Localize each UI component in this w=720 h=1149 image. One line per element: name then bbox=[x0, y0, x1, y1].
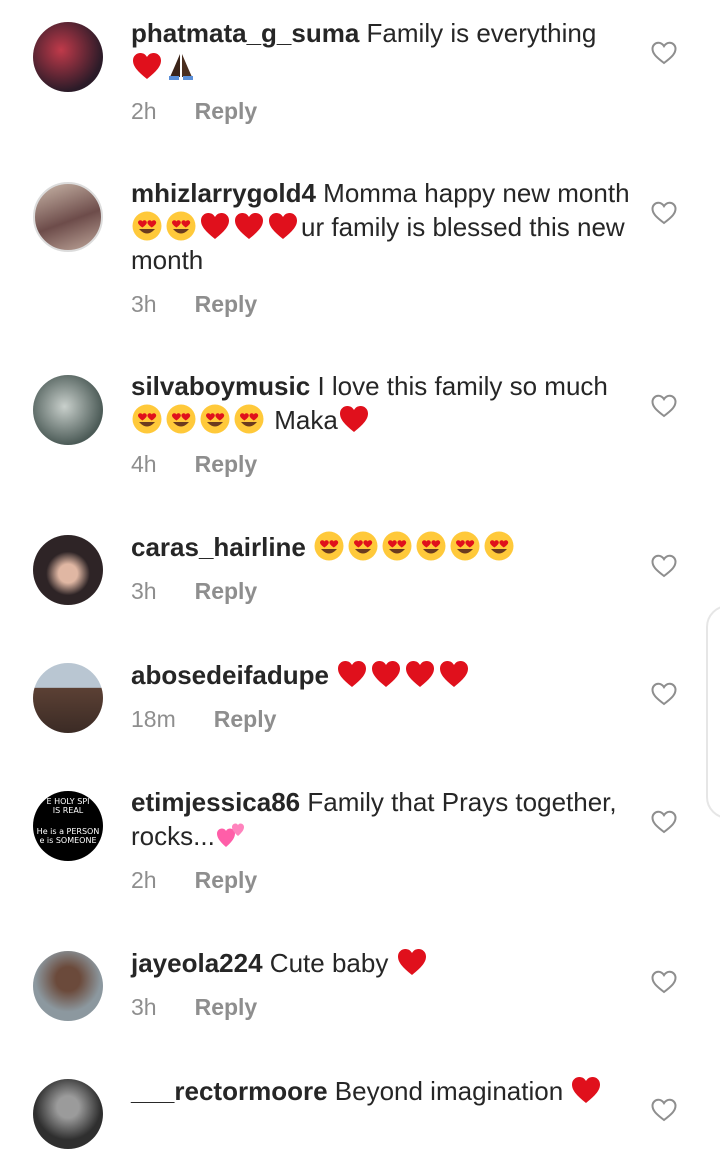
timestamp: 18m bbox=[131, 706, 176, 732]
avatar[interactable]: E HOLY SPI IS REAL He is a PERSON e is S… bbox=[33, 791, 103, 861]
timestamp: 2h bbox=[131, 867, 157, 893]
timestamp: 3h bbox=[131, 291, 157, 317]
reply-button[interactable]: Reply bbox=[195, 291, 258, 318]
comment-text: caras_hairline bbox=[131, 530, 631, 564]
comment-body-continued: Maka bbox=[274, 405, 338, 435]
red-heart-emoji bbox=[199, 210, 231, 242]
username[interactable]: mhizlarrygold4 bbox=[131, 178, 316, 208]
heart-eyes-emoji bbox=[131, 403, 163, 435]
comment-meta: 2h Reply bbox=[131, 867, 257, 894]
avatar[interactable] bbox=[33, 535, 103, 605]
scrollbar-edge[interactable] bbox=[706, 605, 720, 819]
avatar[interactable] bbox=[33, 375, 103, 445]
red-heart-emoji bbox=[233, 210, 265, 242]
heart-like-icon[interactable] bbox=[651, 201, 677, 225]
heart-eyes-emoji bbox=[165, 403, 197, 435]
username[interactable]: ___rectormoore bbox=[131, 1076, 328, 1106]
reply-button[interactable]: Reply bbox=[195, 578, 258, 605]
heart-like-icon[interactable] bbox=[651, 554, 677, 578]
comment-meta: 3h Reply bbox=[131, 291, 257, 318]
comment-meta: 18m Reply bbox=[131, 706, 276, 733]
comment-text: phatmata_g_suma Family is everything bbox=[131, 17, 631, 84]
heart-eyes-emoji bbox=[415, 530, 447, 562]
timestamp: 4h bbox=[131, 451, 157, 477]
heart-like-icon[interactable] bbox=[651, 970, 677, 994]
red-heart-emoji bbox=[396, 946, 428, 978]
avatar[interactable] bbox=[33, 951, 103, 1021]
red-heart-emoji bbox=[267, 210, 299, 242]
comment-body: Family is everything bbox=[366, 18, 597, 48]
red-heart-emoji bbox=[338, 403, 370, 435]
red-heart-emoji bbox=[570, 1074, 602, 1106]
comment-text: etimjessica86 Family that Prays together… bbox=[131, 786, 631, 853]
heart-eyes-emoji bbox=[233, 403, 265, 435]
heart-eyes-emoji bbox=[131, 210, 163, 242]
red-heart-emoji bbox=[404, 658, 436, 690]
avatar-text: IS REAL bbox=[52, 806, 84, 815]
username[interactable]: silvaboymusic bbox=[131, 371, 310, 401]
comment-text: abosedeifadupe bbox=[131, 658, 631, 692]
avatar[interactable] bbox=[33, 22, 103, 92]
heart-eyes-emoji bbox=[347, 530, 379, 562]
reply-button[interactable]: Reply bbox=[214, 706, 277, 733]
reply-button[interactable]: Reply bbox=[195, 867, 258, 894]
reply-button[interactable]: Reply bbox=[195, 451, 258, 478]
timestamp: 3h bbox=[131, 578, 157, 604]
comment-text: mhizlarrygold4 Momma happy new month ur … bbox=[131, 177, 631, 277]
avatar-text: E HOLY SPI bbox=[46, 797, 90, 806]
comment-meta: 4h Reply bbox=[131, 451, 257, 478]
avatar-text: e is SOMEONE bbox=[39, 836, 97, 845]
avatar[interactable] bbox=[33, 663, 103, 733]
comment-body: Beyond imagination bbox=[334, 1076, 564, 1106]
reply-button[interactable]: Reply bbox=[195, 98, 258, 125]
heart-eyes-emoji bbox=[483, 530, 515, 562]
comment-text: ___rectormoore Beyond imagination bbox=[131, 1074, 631, 1108]
heart-eyes-emoji bbox=[165, 210, 197, 242]
heart-like-icon[interactable] bbox=[651, 682, 677, 706]
heart-like-icon[interactable] bbox=[651, 1098, 677, 1122]
username[interactable]: etimjessica86 bbox=[131, 787, 300, 817]
heart-like-icon[interactable] bbox=[651, 41, 677, 65]
heart-like-icon[interactable] bbox=[651, 810, 677, 834]
username[interactable]: jayeola224 bbox=[131, 948, 263, 978]
comment-text: silvaboymusic I love this family so much… bbox=[131, 370, 631, 437]
red-heart-emoji bbox=[438, 658, 470, 690]
comment-text: jayeola224 Cute baby bbox=[131, 946, 631, 980]
avatar[interactable] bbox=[33, 1079, 103, 1149]
heart-eyes-emoji bbox=[199, 403, 231, 435]
username[interactable]: phatmata_g_suma bbox=[131, 18, 359, 48]
comment-meta: 3h Reply bbox=[131, 994, 257, 1021]
timestamp: 2h bbox=[131, 98, 157, 124]
red-heart-emoji bbox=[370, 658, 402, 690]
heart-like-icon[interactable] bbox=[651, 394, 677, 418]
comment-body: Cute baby bbox=[269, 948, 389, 978]
reply-button[interactable]: Reply bbox=[195, 994, 258, 1021]
avatar-text: He is a PERSON bbox=[36, 827, 100, 836]
username[interactable]: caras_hairline bbox=[131, 532, 306, 562]
heart-eyes-emoji bbox=[313, 530, 345, 562]
red-heart-emoji bbox=[336, 658, 368, 690]
red-heart-emoji bbox=[131, 50, 163, 82]
comment-body: Momma happy new month bbox=[323, 178, 630, 208]
two-hearts-emoji bbox=[215, 819, 247, 851]
timestamp: 3h bbox=[131, 994, 157, 1020]
pray-emoji bbox=[165, 50, 197, 82]
heart-eyes-emoji bbox=[449, 530, 481, 562]
avatar[interactable] bbox=[33, 182, 103, 252]
comment-meta: 3h Reply bbox=[131, 578, 257, 605]
username[interactable]: abosedeifadupe bbox=[131, 660, 329, 690]
comment-meta: 2h Reply bbox=[131, 98, 257, 125]
heart-eyes-emoji bbox=[381, 530, 413, 562]
comment-body: I love this family so much bbox=[317, 371, 608, 401]
